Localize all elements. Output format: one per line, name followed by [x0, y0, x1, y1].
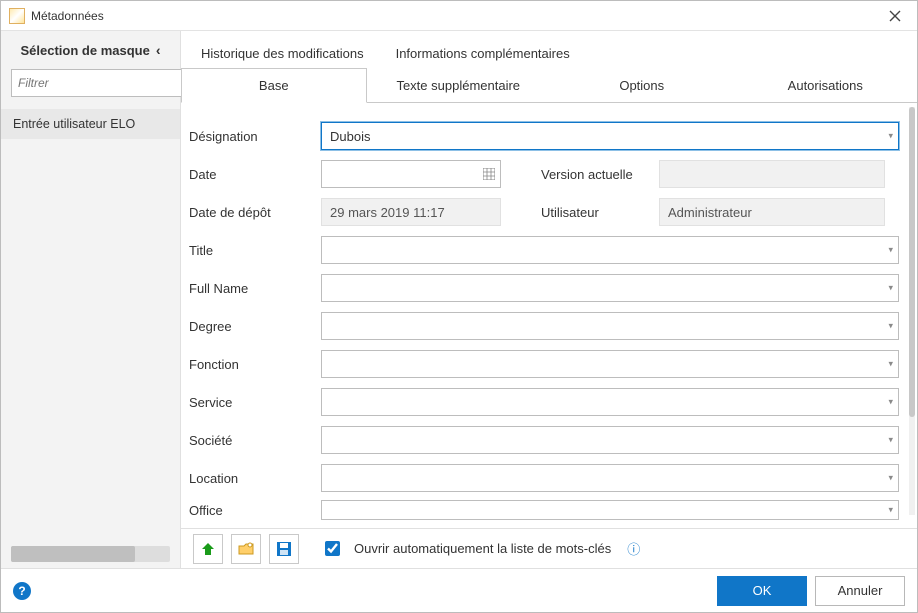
label-title: Title: [187, 243, 321, 258]
checkbox-label: Ouvrir automatiquement la liste de mots-…: [354, 541, 611, 556]
label-office: Office: [187, 503, 321, 518]
form-area: Désignation ▾ Date: [181, 103, 917, 528]
toolbar: Ouvrir automatiquement la liste de mots-…: [181, 528, 917, 568]
sidebar: Sélection de masque ‹ Entrée utilisateur…: [1, 31, 181, 568]
sidebar-horizontal-scrollbar[interactable]: [11, 546, 170, 562]
metadata-dialog: Métadonnées Sélection de masque ‹ Entrée…: [0, 0, 918, 613]
link-additional-info[interactable]: Informations complémentaires: [396, 46, 570, 67]
label-company: Société: [187, 433, 321, 448]
toolbar-action-1[interactable]: [193, 534, 223, 564]
mask-item-label: Entrée utilisateur ELO: [13, 117, 135, 131]
input-full-name[interactable]: [321, 274, 899, 302]
vertical-scrollbar[interactable]: [909, 107, 915, 515]
chevron-left-icon: ‹: [156, 42, 161, 58]
tab-extra-text[interactable]: Texte supplémentaire: [367, 69, 551, 102]
footer: ? OK Annuler: [1, 568, 917, 612]
label-function: Fonction: [187, 357, 321, 372]
sidebar-header-label: Sélection de masque: [21, 43, 150, 58]
label-date: Date: [187, 167, 321, 182]
input-service[interactable]: [321, 388, 899, 416]
window-title: Métadonnées: [31, 9, 881, 23]
info-icon[interactable]: ⓘ: [627, 539, 640, 558]
mask-item[interactable]: Entrée utilisateur ELO: [1, 109, 180, 139]
label-current-version: Version actuelle: [541, 167, 659, 182]
checkbox-auto-open-keywords[interactable]: [325, 541, 340, 556]
input-company[interactable]: [321, 426, 899, 454]
toolbar-save[interactable]: [269, 534, 299, 564]
tab-authorizations[interactable]: Autorisations: [734, 69, 918, 102]
help-icon[interactable]: ?: [13, 582, 31, 600]
label-service: Service: [187, 395, 321, 410]
label-degree: Degree: [187, 319, 321, 334]
tab-base[interactable]: Base: [181, 68, 367, 103]
close-button[interactable]: [881, 6, 909, 26]
label-designation: Désignation: [187, 129, 321, 144]
label-filing-date: Date de dépôt: [187, 205, 321, 220]
input-current-version: [659, 160, 885, 188]
input-location[interactable]: [321, 464, 899, 492]
toolbar-open-folder[interactable]: [231, 534, 261, 564]
calendar-icon[interactable]: [483, 168, 495, 180]
input-title[interactable]: [321, 236, 899, 264]
app-icon: [9, 8, 25, 24]
sidebar-header[interactable]: Sélection de masque ‹: [1, 31, 180, 69]
tab-bar: Base Texte supplémentaire Options Autori…: [181, 67, 917, 103]
ok-button[interactable]: OK: [717, 576, 807, 606]
tab-options[interactable]: Options: [550, 69, 734, 102]
top-links: Historique des modifications Information…: [181, 31, 917, 67]
filter-input[interactable]: [11, 69, 182, 97]
input-office[interactable]: [321, 500, 899, 520]
input-date[interactable]: [321, 160, 501, 188]
input-designation[interactable]: [321, 122, 899, 150]
titlebar: Métadonnées: [1, 1, 917, 31]
input-function[interactable]: [321, 350, 899, 378]
input-user: [659, 198, 885, 226]
label-user: Utilisateur: [541, 205, 659, 220]
label-full-name: Full Name: [187, 281, 321, 296]
input-filing-date: [321, 198, 501, 226]
label-location: Location: [187, 471, 321, 486]
link-history[interactable]: Historique des modifications: [201, 46, 364, 67]
cancel-button[interactable]: Annuler: [815, 576, 905, 606]
mask-list: Entrée utilisateur ELO: [1, 105, 180, 540]
input-degree[interactable]: [321, 312, 899, 340]
main-panel: Historique des modifications Information…: [181, 31, 917, 568]
